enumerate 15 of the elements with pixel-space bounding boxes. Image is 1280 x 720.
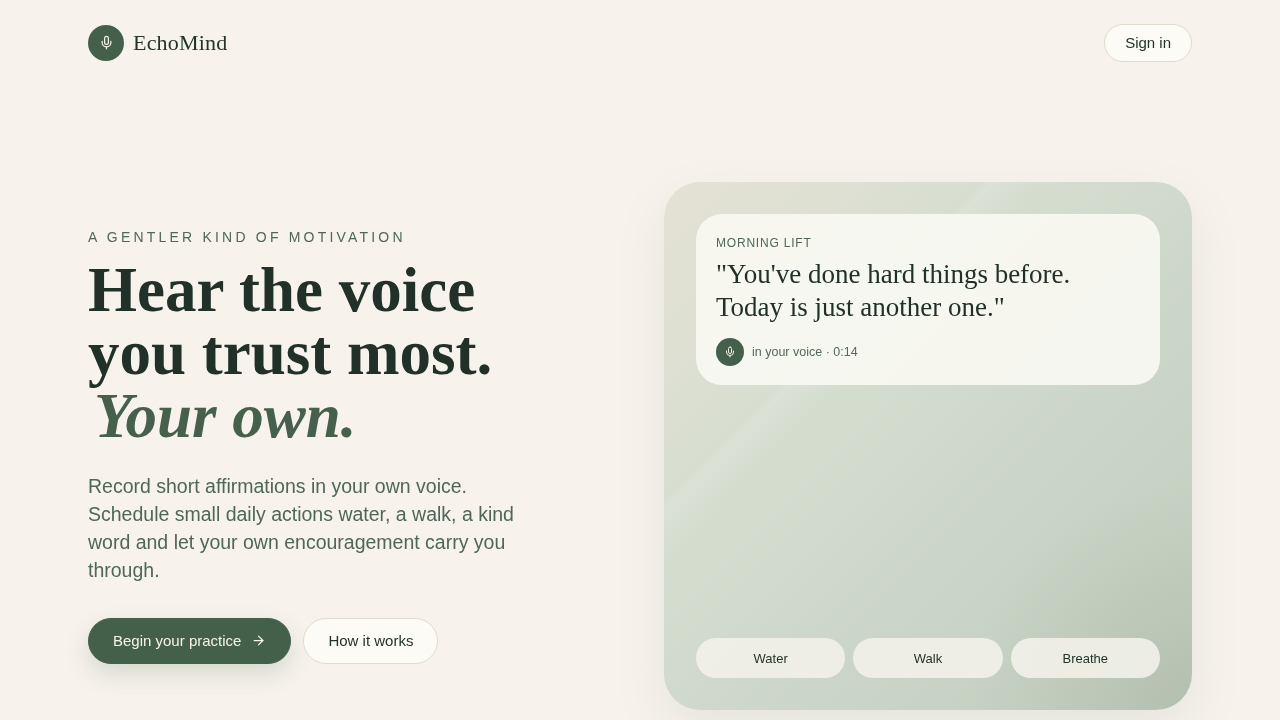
card-label: MORNING LIFT	[716, 236, 813, 250]
eyebrow-text: A GENTLER KIND OF MOTIVATION	[88, 228, 406, 245]
action-pill[interactable]: Water	[696, 638, 846, 678]
action-pill[interactable]: Breathe	[1010, 638, 1160, 678]
microphone-icon	[716, 338, 744, 366]
recording-meta: in your voice · 0:14	[752, 345, 858, 359]
action-pill[interactable]: Walk	[853, 638, 1003, 678]
affirmation-quote: "You've done hard things before. Today is just another one."	[716, 258, 1072, 324]
brand-name: EchoMind	[133, 29, 228, 56]
begin-practice-button[interactable]: Begin your practice	[88, 617, 292, 664]
hero-description: Record short affirmations in your own voice. Schedule small daily actions water, a walk, a kind word and let your own encouragement carry you through.	[88, 473, 515, 583]
hero-heading: Hear the voice you trust most. Your own.	[88, 258, 494, 448]
sign-in-button[interactable]: Sign in	[1104, 23, 1192, 62]
microphone-logo-icon	[88, 24, 124, 61]
how-it-works-button[interactable]: How it works	[303, 617, 439, 664]
